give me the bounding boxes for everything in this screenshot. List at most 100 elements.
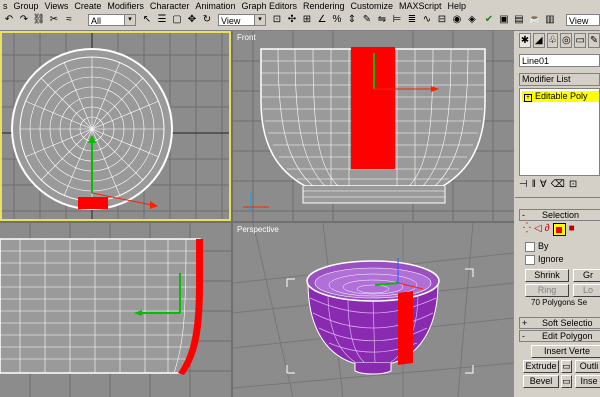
menu-maxscript[interactable]: MAXScript — [396, 0, 445, 12]
by-vertex-label: By — [538, 241, 549, 251]
inset-button[interactable]: Inse — [575, 375, 600, 388]
viewport-label-perspective[interactable]: Perspective — [237, 225, 279, 234]
modify-tab-icon[interactable]: ◢ — [532, 33, 545, 48]
command-panel-tabs: ✱ ◢ ♧ ◎ ▭ ✎ — [519, 33, 600, 49]
perspective-view-canvas — [233, 223, 514, 397]
shrink-button[interactable]: Shrink — [525, 269, 569, 282]
ignore-backfacing-label: Ignore — [538, 254, 564, 264]
percent-snap-icon[interactable]: % — [330, 13, 344, 27]
bevel-settings-button[interactable]: ▭ — [561, 375, 572, 388]
named-selection-icon[interactable]: ✎ — [360, 13, 374, 27]
active-shade-icon[interactable]: ▤ — [512, 13, 526, 27]
viewport-front[interactable]: Front — [233, 31, 514, 221]
selection-rollout-header[interactable]: - Selection — [519, 209, 600, 221]
link-icon[interactable]: ⛓ — [32, 13, 46, 27]
render-last-icon[interactable]: ▥ — [543, 13, 557, 27]
by-vertex-checkbox[interactable] — [525, 242, 535, 252]
element-icon[interactable]: ■ — [569, 223, 575, 237]
selected-polygons — [78, 197, 108, 209]
extrude-button[interactable]: Extrude — [523, 360, 559, 373]
soft-selection-rollout-title: Soft Selectio — [542, 318, 593, 328]
extrude-settings-button[interactable]: ▭ — [561, 360, 572, 373]
menu-group[interactable]: Group — [11, 0, 42, 12]
ring-button[interactable]: Ring — [525, 284, 569, 297]
undo-icon[interactable]: ↶ — [2, 13, 16, 27]
loop-button[interactable]: Lo — [573, 284, 600, 297]
selection-region-icon[interactable]: ▢ — [170, 13, 184, 27]
curve-editor-icon[interactable]: ∿ — [420, 13, 434, 27]
schematic-view-icon[interactable]: ⊟ — [435, 13, 449, 27]
object-name-field[interactable]: Line01 — [519, 54, 600, 67]
redo-icon[interactable]: ↷ — [17, 13, 31, 27]
vertex-icon[interactable]: ⁛ — [523, 223, 531, 237]
select-and-rotate-icon[interactable]: ↻ — [200, 13, 214, 27]
material-editor-icon[interactable]: ◉ — [450, 13, 464, 27]
expand-icon[interactable]: + — [524, 94, 532, 102]
mirror-icon[interactable]: ⇋ — [375, 13, 389, 27]
menu-graph-editors[interactable]: Graph Editors — [238, 0, 300, 12]
border-icon[interactable]: ∂ — [545, 223, 550, 237]
menu-animation[interactable]: Animation — [192, 0, 238, 12]
pin-stack-icon[interactable]: ⊣ — [519, 179, 528, 193]
create-tab-icon[interactable]: ✱ — [519, 33, 531, 48]
outline-button[interactable]: Outli — [575, 360, 600, 373]
make-unique-icon[interactable]: ∀ — [540, 179, 547, 193]
viewport-label-front[interactable]: Front — [237, 33, 256, 42]
soft-selection-rollout-header[interactable]: + Soft Selectio — [519, 317, 600, 329]
divider — [515, 197, 600, 198]
show-end-result-icon[interactable]: ‖ — [532, 179, 536, 193]
bind-spacewarp-icon[interactable]: ≈ — [62, 13, 76, 27]
teapot-icon[interactable]: ☕ — [528, 13, 542, 27]
layer-manager-icon[interactable]: ≣ — [405, 13, 419, 27]
selection-filter-value: All — [91, 16, 102, 26]
viewport-top[interactable] — [0, 31, 231, 221]
stack-tools: ⊣ ‖ ∀ ⌫ ⊡ — [519, 179, 600, 193]
select-object-icon[interactable]: ↖ — [140, 13, 154, 27]
ignore-backfacing-checkbox[interactable] — [525, 255, 535, 265]
spinner-snap-icon[interactable]: ⇕ — [345, 13, 359, 27]
quick-render-icon[interactable]: ▣ — [497, 13, 511, 27]
angle-snap-icon[interactable]: ∠ — [315, 13, 329, 27]
top-view-canvas — [2, 33, 229, 219]
menu-help[interactable]: Help — [445, 0, 470, 12]
display-tab-icon[interactable]: ▭ — [574, 33, 587, 48]
edge-icon[interactable]: ◁ — [534, 223, 542, 237]
left-view-canvas — [0, 223, 231, 397]
menu-rendering[interactable]: Rendering — [300, 0, 348, 12]
stack-item-editable-poly[interactable]: + Editable Poly — [522, 91, 599, 102]
checkmark-icon[interactable]: ✔ — [482, 13, 496, 27]
bevel-button[interactable]: Bevel — [523, 375, 559, 388]
unlink-icon[interactable]: ✂ — [47, 13, 61, 27]
pivot-center-icon[interactable]: ⊡ — [270, 13, 284, 27]
edit-polygons-rollout-header[interactable]: - Edit Polygon — [519, 330, 600, 342]
menu-customize[interactable]: Customize — [348, 0, 397, 12]
modifier-list-dropdown[interactable]: Modifier List — [519, 73, 600, 86]
snap-toggle-icon[interactable]: ⊞ — [300, 13, 314, 27]
utilities-tab-icon[interactable]: ✎ — [588, 33, 600, 48]
menu-file[interactable]: s — [0, 0, 11, 12]
select-by-name-icon[interactable]: ☰ — [155, 13, 169, 27]
menu-bar: s Group Views Create Modifiers Character… — [0, 0, 600, 12]
viewport-left[interactable] — [0, 223, 231, 397]
menu-create[interactable]: Create — [71, 0, 104, 12]
viewport-perspective[interactable]: Perspective — [233, 223, 514, 397]
modifier-stack: + Editable Poly — [519, 88, 600, 176]
render-scene-icon[interactable]: ◈ — [465, 13, 479, 27]
polygon-icon[interactable] — [552, 223, 566, 236]
selection-filter-dropdown[interactable]: All ▾ — [88, 14, 136, 26]
hierarchy-tab-icon[interactable]: ♧ — [546, 33, 559, 48]
motion-tab-icon[interactable]: ◎ — [560, 33, 573, 48]
remove-modifier-icon[interactable]: ⌫ — [551, 179, 565, 193]
configure-modifier-sets-icon[interactable]: ⊡ — [569, 179, 577, 193]
grow-button[interactable]: Gr — [573, 269, 600, 282]
select-manipulate-icon[interactable]: ✣ — [285, 13, 299, 27]
menu-views[interactable]: Views — [42, 0, 72, 12]
menu-character[interactable]: Character — [147, 0, 193, 12]
render-view-dropdown[interactable]: View — [566, 14, 600, 26]
select-and-move-icon[interactable]: ✥ — [185, 13, 199, 27]
insert-vertex-button[interactable]: Insert Verte — [531, 345, 600, 358]
menu-modifiers[interactable]: Modifiers — [104, 0, 147, 12]
chevron-down-icon: ▾ — [124, 15, 135, 25]
reference-coordinate-dropdown[interactable]: View ▾ — [218, 14, 266, 26]
align-icon[interactable]: ⊨ — [390, 13, 404, 27]
